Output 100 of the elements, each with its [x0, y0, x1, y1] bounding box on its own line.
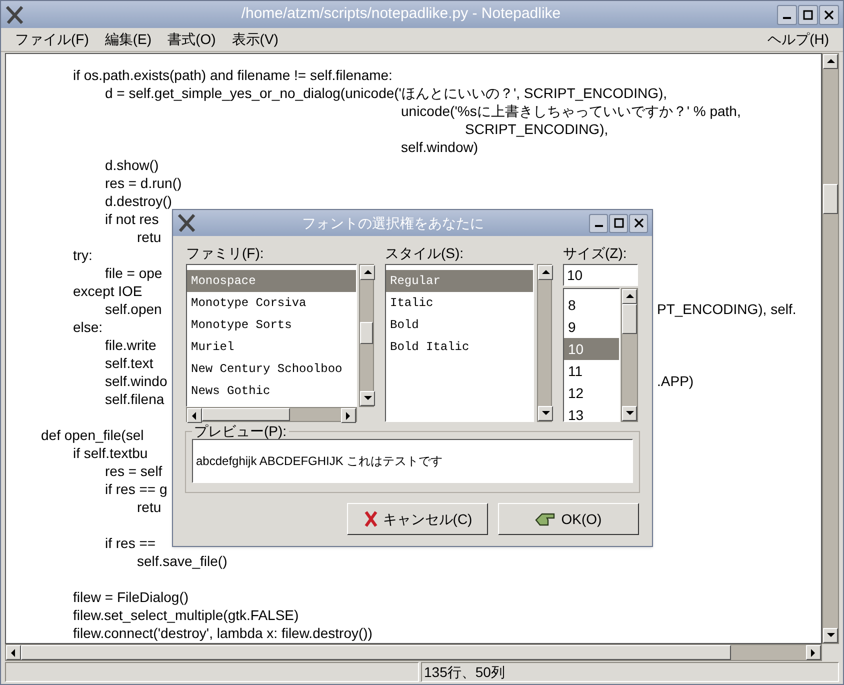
- scroll-arrow-button[interactable]: [823, 54, 838, 69]
- vertical-scrollbar[interactable]: [359, 264, 374, 407]
- scroll-arrow-button[interactable]: [360, 265, 375, 280]
- list-item[interactable]: 8: [564, 294, 619, 316]
- code-line: if res ==: [105, 534, 156, 552]
- scroll-arrow-button[interactable]: [823, 628, 838, 643]
- code-line: except IOE: [73, 282, 142, 300]
- list-item[interactable]: Regular: [386, 270, 533, 292]
- code-line: SCRIPT_ENCODING),: [465, 120, 608, 138]
- preview-text: abcdefghijk ABCDEFGHIJK これはテストです: [192, 439, 633, 483]
- code-line: d.show(): [105, 156, 159, 174]
- scroll-arrow-button[interactable]: [538, 265, 553, 280]
- minimize-icon: [594, 225, 602, 227]
- list-item[interactable]: 11: [564, 360, 619, 382]
- code-line: d.destroy(): [105, 192, 172, 210]
- code-line: filew.set_select_multiple(gtk.FALSE): [73, 606, 299, 624]
- ok-button[interactable]: OK(O): [498, 503, 639, 535]
- list-item[interactable]: 12: [564, 382, 619, 404]
- list-item[interactable]: Muriel: [187, 336, 356, 358]
- minimize-button[interactable]: [589, 214, 608, 232]
- code-line: res = self: [105, 462, 162, 480]
- cancel-button[interactable]: キャンセル(C): [347, 503, 488, 535]
- size-label: サイズ(Z):: [563, 244, 628, 263]
- close-icon: [824, 10, 834, 20]
- maximize-button[interactable]: [609, 214, 628, 232]
- code-line: if not res: [105, 210, 159, 228]
- code-line: if self.textbu: [73, 444, 148, 462]
- code-line: file.write: [105, 336, 156, 354]
- list-item[interactable]: Italic: [386, 292, 533, 314]
- menu-item[interactable]: ファイル(F): [7, 29, 97, 50]
- status-bar-text: 135行、50列: [421, 662, 839, 682]
- vertical-scrollbar[interactable]: [537, 264, 552, 422]
- list-item[interactable]: Monospace: [187, 270, 356, 292]
- x-logo-icon: [5, 6, 25, 24]
- list-item[interactable]: Monotype Sorts: [187, 314, 356, 336]
- style-label: スタイル(S):: [385, 244, 465, 263]
- code-line: else:: [73, 318, 103, 336]
- code-line: unicode('%sに上書きしちゃっていいですか？' % path,: [401, 102, 741, 120]
- list-item[interactable]: New Century Schoolboo: [187, 358, 356, 380]
- scroll-arrow-button[interactable]: [6, 645, 21, 660]
- vertical-scrollbar[interactable]: [621, 288, 638, 422]
- menu-item[interactable]: 編集(E): [96, 29, 160, 50]
- code-line: retu: [137, 498, 162, 516]
- list-item[interactable]: 10: [564, 338, 619, 360]
- dialog-title: フォントの選択権をあなたに: [301, 214, 485, 232]
- close-button[interactable]: [819, 4, 839, 24]
- code-line: self.filena: [105, 390, 164, 408]
- list-item[interactable]: 13: [564, 404, 619, 421]
- scroll-arrow-button[interactable]: [622, 289, 637, 304]
- list-item[interactable]: Monotype Corsiva: [187, 292, 356, 314]
- code-line: def open_file(sel: [41, 426, 144, 444]
- scrollbar-thumb[interactable]: [360, 322, 373, 344]
- list-item[interactable]: Bold Italic: [386, 336, 533, 358]
- code-line: if os.path.exists(path) and filename != self.filename:: [73, 66, 392, 84]
- scrollbar-thumb[interactable]: [21, 645, 731, 660]
- scroll-arrow-button[interactable]: [187, 408, 202, 423]
- minimize-button[interactable]: [777, 4, 797, 24]
- scroll-arrow-button[interactable]: [360, 391, 375, 406]
- list-item[interactable]: Bold: [386, 314, 533, 336]
- horizontal-scrollbar[interactable]: [5, 644, 822, 661]
- cross-icon: [362, 510, 379, 528]
- size-input-field[interactable]: 10: [563, 264, 638, 286]
- code-line: file = ope: [105, 264, 162, 282]
- close-button[interactable]: [629, 214, 648, 232]
- code-line: PT_ENCODING), self.: [657, 300, 796, 318]
- code-line: self.windo: [105, 372, 168, 390]
- code-line: retu: [137, 228, 162, 246]
- code-line: filew = FileDialog(): [73, 588, 189, 606]
- code-line: if res == g: [105, 480, 168, 498]
- scroll-arrow-button[interactable]: [622, 406, 637, 421]
- horizontal-scrollbar[interactable]: [186, 407, 357, 422]
- family-label: ファミリ(F):: [186, 244, 265, 263]
- vertical-scrollbar[interactable]: [822, 53, 839, 644]
- code-line: res = d.run(): [105, 174, 182, 192]
- maximize-button[interactable]: [798, 4, 818, 24]
- code-line: d = self.get_simple_yes_or_no_dialog(unicode('ほんとにいいの？', SCRIPT_ENCODING),: [105, 84, 668, 102]
- scroll-arrow-button[interactable]: [538, 406, 553, 421]
- window-title: /home/atzm/scripts/notepadlike.py - Notepadlike: [240, 4, 562, 24]
- maximize-icon: [614, 218, 624, 228]
- x-logo-icon: [177, 214, 197, 232]
- menu-item[interactable]: 書式(O): [160, 29, 224, 50]
- scrollbar-thumb[interactable]: [622, 304, 637, 334]
- close-icon: [634, 218, 644, 228]
- list-item[interactable]: News Gothic: [187, 380, 356, 402]
- code-line: self.text: [105, 354, 154, 372]
- code-line: try:: [73, 246, 92, 264]
- menu-item[interactable]: 表示(V): [224, 29, 286, 50]
- scroll-arrow-button[interactable]: [341, 408, 356, 423]
- maximize-icon: [803, 10, 813, 20]
- code-line: filew.connect('destroy', lambda x: filew.destroy()): [73, 624, 372, 642]
- scroll-arrow-button[interactable]: [806, 645, 821, 660]
- code-line: .APP): [657, 372, 694, 390]
- minimize-icon: [783, 16, 791, 18]
- code-line: self.open: [105, 300, 162, 318]
- code-line: self.window): [401, 138, 478, 156]
- menu-item[interactable]: ヘルプ(H): [760, 29, 837, 50]
- scrollbar-thumb[interactable]: [823, 184, 838, 214]
- scrollbar-thumb[interactable]: [202, 408, 290, 421]
- preview-label: プレビュー(P):: [193, 423, 288, 439]
- list-item[interactable]: 9: [564, 316, 619, 338]
